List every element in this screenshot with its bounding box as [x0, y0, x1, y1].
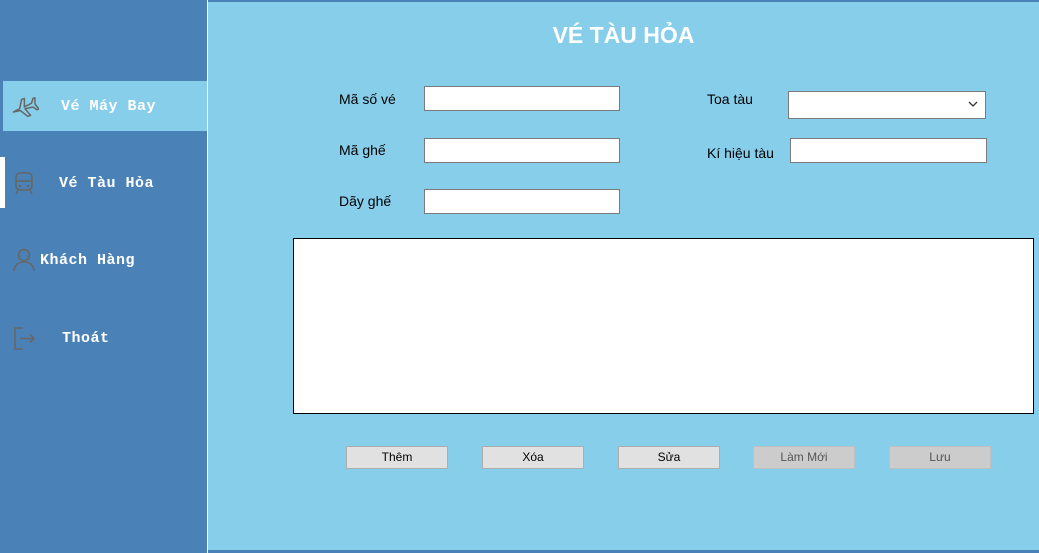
- sidebar-item-thoat[interactable]: Thoát: [3, 313, 207, 363]
- sidebar-item-ve-tau-hoa[interactable]: Vé Tàu Hỏa: [3, 158, 207, 208]
- day-ghe-input[interactable]: [424, 189, 620, 214]
- train-icon: [9, 168, 39, 198]
- day-ghe-label: Dãy ghế: [339, 193, 392, 209]
- sidebar: Vé Máy Bay Vé Tàu Hỏa Khách Hàng Thoát: [0, 0, 207, 553]
- data-grid[interactable]: [293, 238, 1034, 414]
- ma-so-ve-input[interactable]: [424, 86, 620, 111]
- airplane-icon: [9, 91, 39, 121]
- sidebar-item-label: Vé Tàu Hỏa: [59, 174, 155, 192]
- sidebar-item-khach-hang[interactable]: Khách Hàng: [3, 235, 207, 285]
- ma-ghe-label: Mã ghế: [339, 142, 386, 158]
- toa-tau-label: Toa tàu: [707, 91, 753, 107]
- xoa-button[interactable]: Xóa: [482, 446, 584, 469]
- page-title: VÉ TÀU HỎA: [552, 22, 695, 48]
- ma-ghe-input[interactable]: [424, 138, 620, 163]
- sidebar-item-label: Thoát: [62, 329, 110, 347]
- user-icon: [9, 245, 39, 275]
- toa-tau-select[interactable]: [788, 91, 986, 119]
- lam-moi-button[interactable]: Làm Mới: [753, 446, 855, 469]
- exit-icon: [9, 323, 39, 353]
- sidebar-item-label: Khách Hàng: [40, 251, 136, 269]
- ma-so-ve-label: Mã số vé: [339, 91, 396, 107]
- ki-hieu-tau-label: Kí hiệu tàu: [707, 145, 774, 161]
- them-button[interactable]: Thêm: [346, 446, 448, 469]
- sidebar-item-ve-may-bay[interactable]: Vé Máy Bay: [3, 81, 207, 131]
- ki-hieu-tau-input[interactable]: [790, 138, 987, 163]
- chevron-down-icon: [968, 101, 978, 107]
- sidebar-item-label: Vé Máy Bay: [61, 97, 157, 115]
- sua-button[interactable]: Sửa: [618, 446, 720, 469]
- luu-button[interactable]: Lưu: [889, 446, 991, 469]
- main-panel: VÉ TÀU HỎA Mã số vé Mã ghế Dãy ghế Toa t…: [208, 2, 1039, 550]
